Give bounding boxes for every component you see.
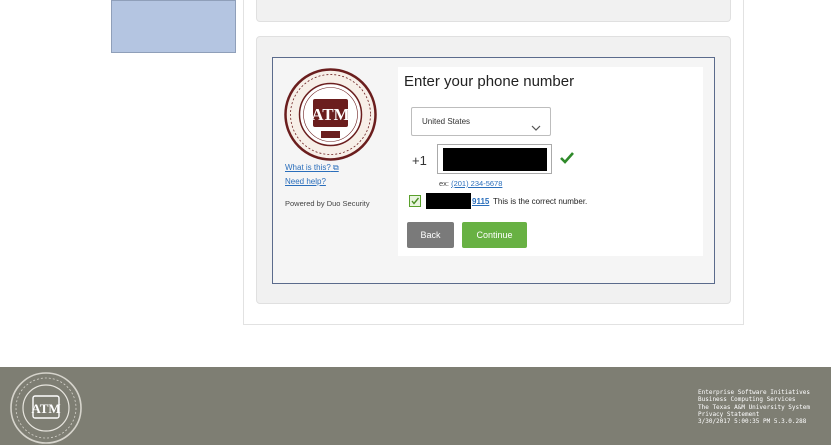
footer-info: Enterprise Software Initiatives Business… [698,389,810,425]
back-button[interactable]: Back [407,222,454,248]
page: ATM What is this? ⧉ Need help? Powered b… [0,0,831,445]
footer-line-privacy[interactable]: Privacy Statement [698,411,810,418]
top-panel [256,0,731,22]
confirm-last-digits: 9115 [472,197,490,206]
example-prefix: ex: [439,179,452,188]
country-select-value: United States [422,117,471,126]
continue-button[interactable]: Continue [462,222,527,248]
footer-line-initiatives: Enterprise Software Initiatives [698,389,810,396]
checkmark-icon [560,151,574,169]
redacted-phone-prefix [426,193,471,209]
country-code: +1 [412,153,427,168]
external-link-icon: ⧉ [333,163,339,172]
need-help-link[interactable]: Need help? [285,177,326,186]
powered-by-text: Powered by Duo Security [285,199,370,208]
footer-line-bcs: Business Computing Services [698,396,796,404]
example-number-link[interactable]: (201) 234-5678 [451,179,502,188]
page-title: Enter your phone number [404,73,575,90]
what-is-this-label: What is this? [285,163,331,172]
footer-line-timestamp: 3/30/2017 5:00:35 PM 5.3.0.288 [698,418,807,426]
country-select[interactable]: United States [411,107,551,136]
footer-seal-icon: ATM [7,371,85,445]
redacted-phone-number [443,148,547,171]
university-seal-icon: ATM [283,67,378,162]
svg-text:ATM: ATM [31,401,60,416]
side-image-placeholder [111,0,236,53]
phone-example: ex: (201) 234-5678 [439,179,502,188]
what-is-this-link[interactable]: What is this? ⧉ [285,163,339,173]
checkbox-checked-icon[interactable] [409,195,421,207]
svg-text:ATM: ATM [311,105,349,124]
phone-number-field[interactable] [437,144,552,174]
confirm-text: This is the correct number. [493,197,588,206]
footer-line-system[interactable]: The Texas A&M University System [698,404,810,411]
chevron-down-icon [531,118,541,136]
